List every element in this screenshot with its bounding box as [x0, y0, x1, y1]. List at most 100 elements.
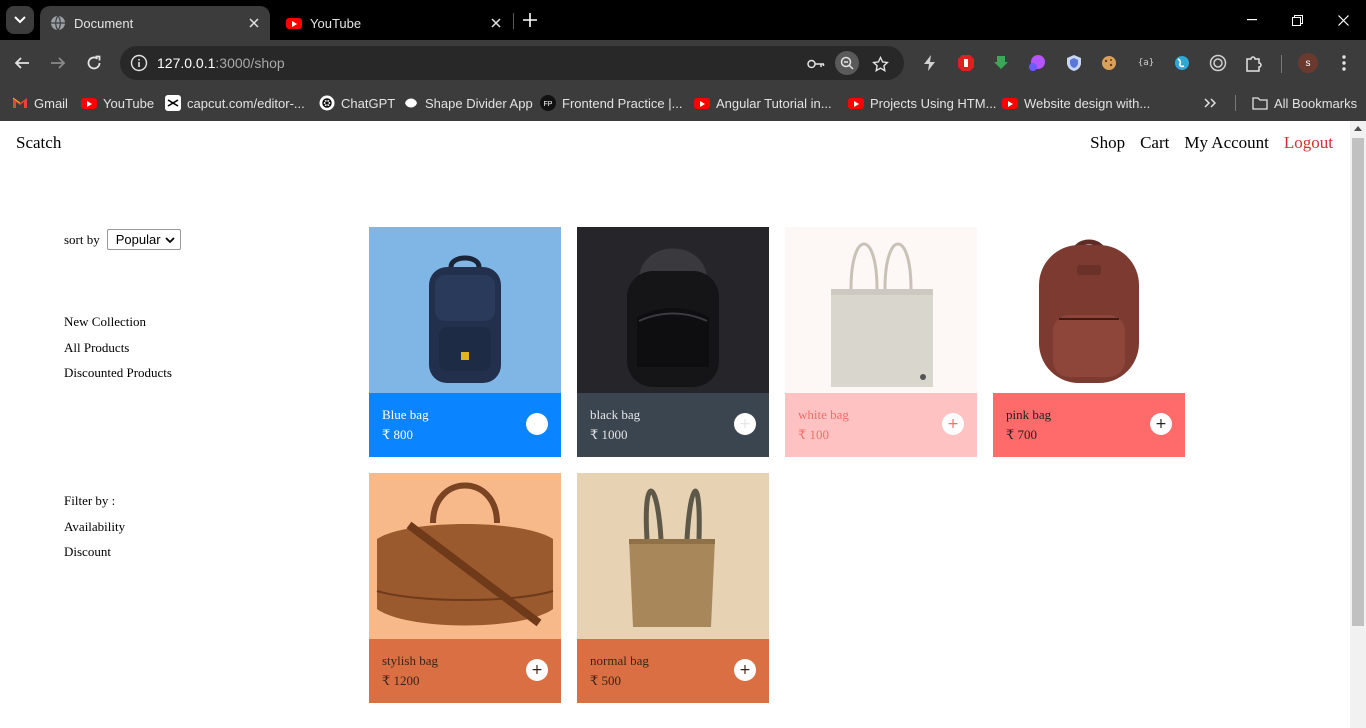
- record-extension-icon[interactable]: [1208, 53, 1228, 73]
- reload-icon: [87, 55, 101, 70]
- arrow-left-icon: [14, 57, 29, 69]
- tab-search-button[interactable]: [6, 6, 34, 34]
- nav-cart[interactable]: Cart: [1140, 133, 1169, 153]
- product-card[interactable]: Blue bag ₹ 800: [369, 227, 561, 457]
- site-info-icon[interactable]: [130, 54, 148, 72]
- filter-discount[interactable]: Discount: [64, 544, 125, 570]
- bookmark-frontend-practice[interactable]: FP Frontend Practice |...: [540, 93, 682, 113]
- bookmark-gmail[interactable]: Gmail: [12, 93, 68, 113]
- product-info-panel: normal bag ₹ 500 +: [577, 639, 769, 703]
- sort-control: sort by Popular: [64, 229, 181, 250]
- cookie-extension-icon[interactable]: [1099, 53, 1119, 73]
- sort-label: sort by: [64, 231, 100, 247]
- bolt-extension-icon[interactable]: [920, 53, 940, 73]
- product-card[interactable]: stylish bag ₹ 1200 +: [369, 473, 561, 703]
- add-to-cart-button[interactable]: +: [942, 413, 964, 435]
- folder-icon: [1252, 95, 1268, 111]
- tab-document[interactable]: Document: [40, 6, 270, 40]
- paint-extension-icon[interactable]: [1027, 53, 1047, 73]
- nav-my-account[interactable]: My Account: [1184, 133, 1269, 153]
- product-card[interactable]: white bag ₹ 100 +: [785, 227, 977, 457]
- tab-divider: [513, 13, 514, 29]
- duffel-bag-image: [376, 482, 554, 627]
- filter-availability[interactable]: Availability: [64, 519, 125, 545]
- puzzle-extensions-icon[interactable]: [1244, 53, 1264, 73]
- add-to-cart-button[interactable]: [526, 413, 548, 435]
- tab-title: YouTube: [310, 15, 362, 31]
- json-extension-icon[interactable]: {a}: [1136, 53, 1156, 73]
- bookmarks-divider: [1235, 95, 1236, 111]
- sort-select[interactable]: Popular: [106, 229, 181, 250]
- product-name: stylish bag: [382, 653, 438, 668]
- address-bar[interactable]: 127.0.0.1:3000/shop: [120, 46, 904, 80]
- restore-button[interactable]: [1287, 10, 1307, 30]
- bookmark-shape-divider[interactable]: Shape Divider App: [403, 93, 533, 113]
- bookmark-chatgpt[interactable]: ChatGPT: [319, 93, 395, 113]
- product-info-panel: pink bag ₹ 700 +: [993, 393, 1185, 457]
- all-bookmarks-button[interactable]: All Bookmarks: [1252, 93, 1357, 113]
- zoom-icon[interactable]: [835, 51, 859, 75]
- add-to-cart-button[interactable]: +: [1150, 413, 1172, 435]
- nav-shop[interactable]: Shop: [1090, 133, 1125, 153]
- scrollbar-thumb[interactable]: [1352, 138, 1364, 626]
- product-price: ₹ 800: [382, 427, 414, 442]
- add-to-cart-button[interactable]: +: [734, 659, 756, 681]
- bookmarks-overflow-button[interactable]: [1204, 93, 1216, 113]
- globe-extension-icon[interactable]: [1172, 53, 1192, 73]
- star-icon[interactable]: [870, 54, 890, 74]
- product-name: white bag: [798, 407, 849, 422]
- link-discounted-products[interactable]: Discounted Products: [64, 365, 172, 391]
- shop-page: Scatch Shop Cart My Account Logout sort …: [0, 121, 1350, 728]
- backpack-image: [627, 248, 719, 387]
- product-info-panel: Blue bag ₹ 800: [369, 393, 561, 457]
- site-logo[interactable]: Scatch: [16, 133, 61, 153]
- sort-value: Popular: [115, 232, 161, 247]
- bookmark-youtube[interactable]: YouTube: [81, 93, 154, 113]
- backpack-image: [1039, 239, 1139, 383]
- product-image: [993, 227, 1185, 393]
- back-button[interactable]: [10, 51, 34, 75]
- bookmark-website-design[interactable]: Website design with...: [1002, 93, 1150, 113]
- youtube-icon: [81, 95, 97, 111]
- fp-icon: FP: [540, 95, 556, 111]
- scroll-up-arrow-icon[interactable]: [1354, 126, 1362, 131]
- youtube-icon: [1002, 95, 1018, 111]
- add-to-cart-button[interactable]: +: [734, 413, 756, 435]
- bookmark-angular-tutorial[interactable]: Angular Tutorial in...: [694, 93, 832, 113]
- product-info-panel: stylish bag ₹ 1200 +: [369, 639, 561, 703]
- product-card[interactable]: pink bag ₹ 700 +: [993, 227, 1185, 457]
- top-nav: Shop Cart My Account Logout: [1090, 133, 1333, 153]
- link-all-products[interactable]: All Products: [64, 340, 172, 366]
- bookmark-projects-html[interactable]: Projects Using HTM...: [848, 93, 996, 113]
- close-window-button[interactable]: [1333, 10, 1353, 30]
- link-new-collection[interactable]: New Collection: [64, 314, 172, 340]
- profile-avatar[interactable]: s: [1298, 53, 1318, 73]
- product-card[interactable]: black bag ₹ 1000 +: [577, 227, 769, 457]
- reload-button[interactable]: [82, 51, 106, 75]
- close-icon[interactable]: [246, 15, 262, 31]
- minimize-button[interactable]: [1242, 10, 1262, 30]
- more-menu-icon[interactable]: [1334, 53, 1354, 73]
- youtube-icon: [694, 95, 710, 111]
- add-to-cart-button[interactable]: +: [526, 659, 548, 681]
- tab-youtube[interactable]: YouTube: [276, 6, 512, 40]
- close-icon: [1337, 14, 1349, 26]
- page-scrollbar[interactable]: [1350, 121, 1366, 728]
- key-icon[interactable]: [806, 54, 826, 74]
- adblock-extension-icon[interactable]: [956, 53, 976, 73]
- bookmark-capcut[interactable]: capcut.com/editor-...: [165, 93, 305, 113]
- chevron-down-icon: [165, 237, 175, 244]
- tab-title: Document: [74, 15, 134, 31]
- product-image: [369, 227, 561, 393]
- shield-extension-icon[interactable]: [1064, 53, 1084, 73]
- forward-button[interactable]: [46, 51, 70, 75]
- plus-icon: +: [947, 416, 959, 432]
- product-card[interactable]: normal bag ₹ 500 +: [577, 473, 769, 703]
- new-tab-button[interactable]: [520, 10, 540, 30]
- product-image: [577, 227, 769, 393]
- download-extension-icon[interactable]: [991, 53, 1011, 73]
- nav-logout[interactable]: Logout: [1284, 133, 1333, 153]
- close-icon[interactable]: [488, 15, 504, 31]
- tab-strip: Document YouTube: [0, 0, 1366, 40]
- product-info-panel: black bag ₹ 1000 +: [577, 393, 769, 457]
